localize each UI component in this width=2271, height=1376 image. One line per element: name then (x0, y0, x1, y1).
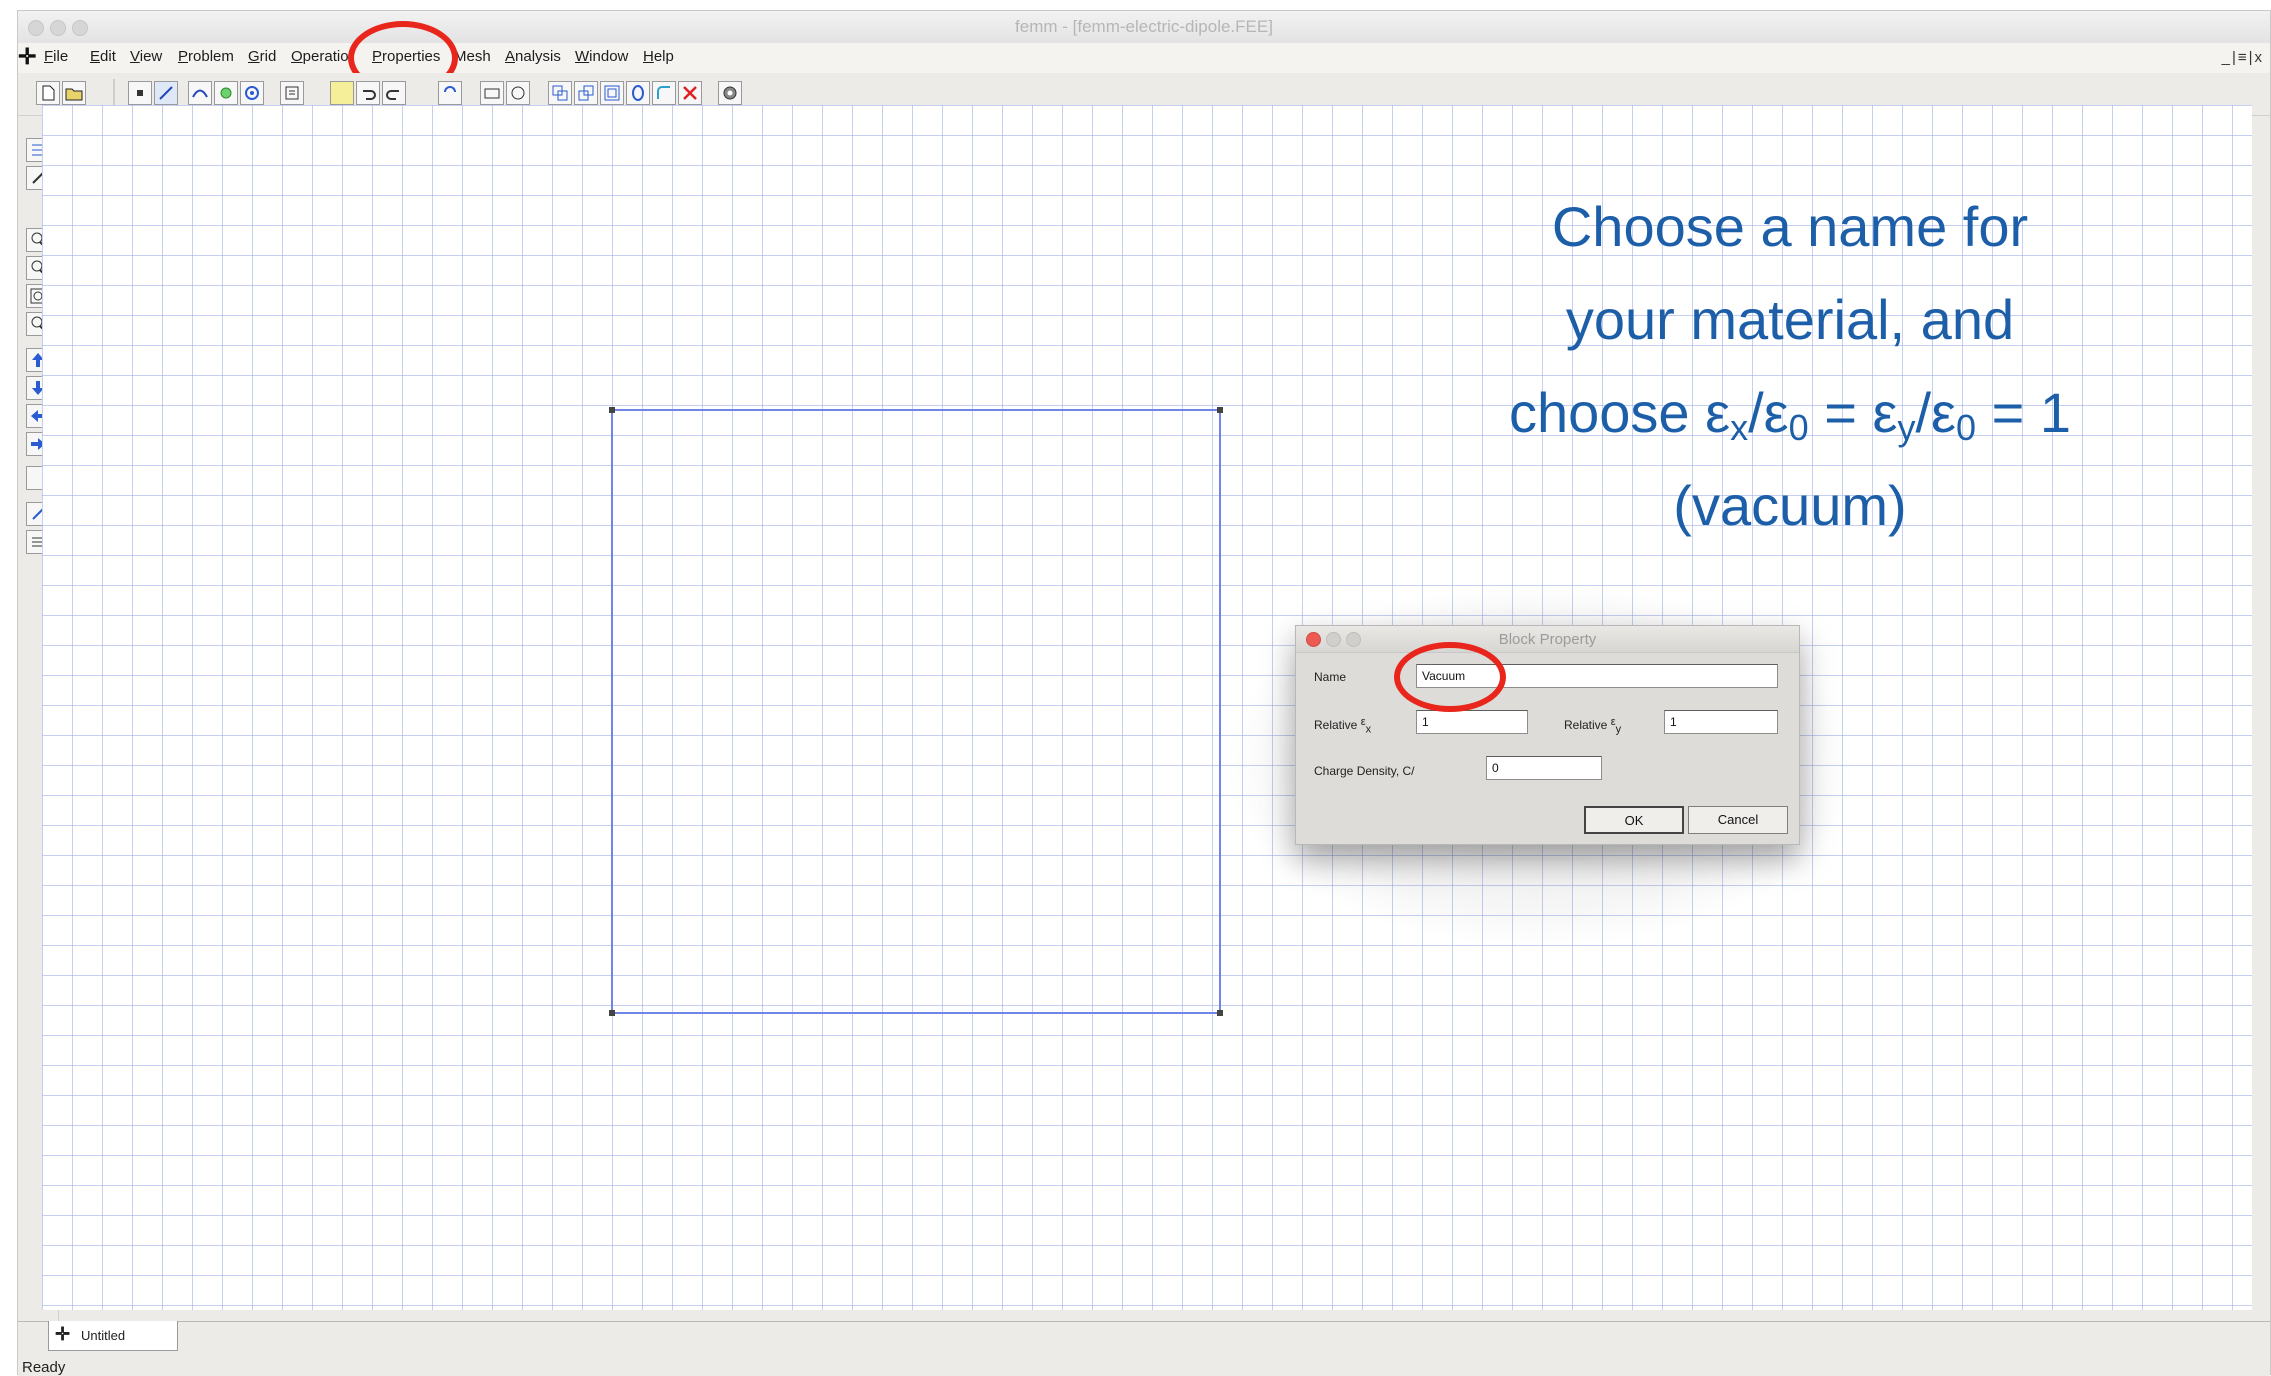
copy-icon[interactable] (548, 81, 572, 105)
block-label-mode-icon[interactable] (214, 81, 238, 105)
undo-icon[interactable] (356, 81, 380, 105)
menu-mesh[interactable]: Mesh (454, 48, 491, 65)
group-mode-icon[interactable] (240, 81, 264, 105)
menu-window[interactable]: Window (575, 48, 628, 65)
toolbar-separator (113, 79, 115, 107)
delete-icon[interactable] (678, 81, 702, 105)
node-mode-icon[interactable] (128, 81, 152, 105)
block-property-dialog: Block Property Name Relative εx Relative… (1295, 625, 1800, 845)
instruction-annotation: Choose a name for your material, and cho… (1430, 180, 2150, 552)
mesh-icon[interactable] (718, 81, 742, 105)
menu-bar: ✛ File Edit View Problem Grid Operatio P… (18, 21, 2270, 95)
menu-edit[interactable]: Edit (90, 48, 116, 65)
mdi-window-controls[interactable]: _|≡|x (2222, 49, 2264, 66)
document-tab-bar: ✛ Untitled (18, 1321, 2270, 1360)
menu-analysis[interactable]: Analysis (505, 48, 561, 65)
status-text: Ready (22, 1359, 66, 1376)
select-rectangle-icon[interactable] (480, 81, 504, 105)
new-file-icon[interactable] (36, 81, 60, 105)
tab-label: Untitled (81, 1328, 126, 1343)
fillet-icon[interactable] (652, 81, 676, 105)
window-title: femm - [femm-electric-dipole.FEE] (1015, 17, 1273, 36)
status-bar: Ready (18, 1359, 2270, 1376)
relative-permittivity-x-input[interactable] (1416, 710, 1528, 734)
relative-y-label: Relative εy (1564, 716, 1622, 736)
open-folder-icon[interactable] (62, 81, 86, 105)
node-bottom-right[interactable] (1217, 1010, 1223, 1016)
select-window-icon[interactable] (438, 81, 462, 105)
annotation-line-1: Choose a name for (1551, 195, 2029, 258)
cancel-button[interactable]: Cancel (1688, 806, 1788, 834)
highlight-ring-name (1394, 642, 1506, 712)
menu-problem[interactable]: Problem (178, 48, 234, 65)
annotation-line-3: choose εx/ε0 = εy/ε0 = 1 (1509, 381, 2071, 448)
menu-view[interactable]: View (130, 48, 162, 65)
node-bottom-left[interactable] (609, 1010, 615, 1016)
relative-permittivity-y-input[interactable] (1664, 710, 1778, 734)
node-top-right[interactable] (1217, 407, 1223, 413)
square-boundary[interactable] (611, 409, 1221, 1014)
app-icon[interactable]: ✛ (18, 46, 36, 68)
annotation-line-2: your material, and (1565, 288, 2015, 351)
charge-density-label: Charge Density, C/ (1314, 764, 1415, 778)
scale-icon[interactable] (600, 81, 624, 105)
fill-icon[interactable] (330, 81, 354, 105)
arc-mode-icon[interactable] (188, 81, 212, 105)
menu-help[interactable]: Help (643, 48, 674, 65)
tab-untitled[interactable]: ✛ Untitled (48, 1321, 178, 1351)
annotation-line-4: (vacuum) (1673, 474, 1907, 537)
mirror-icon[interactable] (626, 81, 650, 105)
menu-grid[interactable]: Grid (248, 48, 276, 65)
document-icon: ✛ (55, 1324, 71, 1344)
properties-icon[interactable] (280, 81, 304, 105)
name-label: Name (1314, 670, 1347, 684)
charge-density-input[interactable] (1486, 756, 1602, 780)
ok-button[interactable]: OK (1584, 806, 1684, 834)
menu-file[interactable]: File (44, 48, 68, 65)
dialog-title: Block Property (1498, 631, 1597, 648)
segment-mode-icon[interactable] (154, 81, 178, 105)
move-icon[interactable] (574, 81, 598, 105)
select-circle-icon[interactable] (506, 81, 530, 105)
dialog-title-bar: Block Property (1296, 626, 1799, 653)
node-top-left[interactable] (609, 407, 615, 413)
menu-operation[interactable]: Operatio (291, 48, 349, 65)
redo-icon[interactable] (382, 81, 406, 105)
relative-x-label: Relative εx (1314, 716, 1372, 736)
